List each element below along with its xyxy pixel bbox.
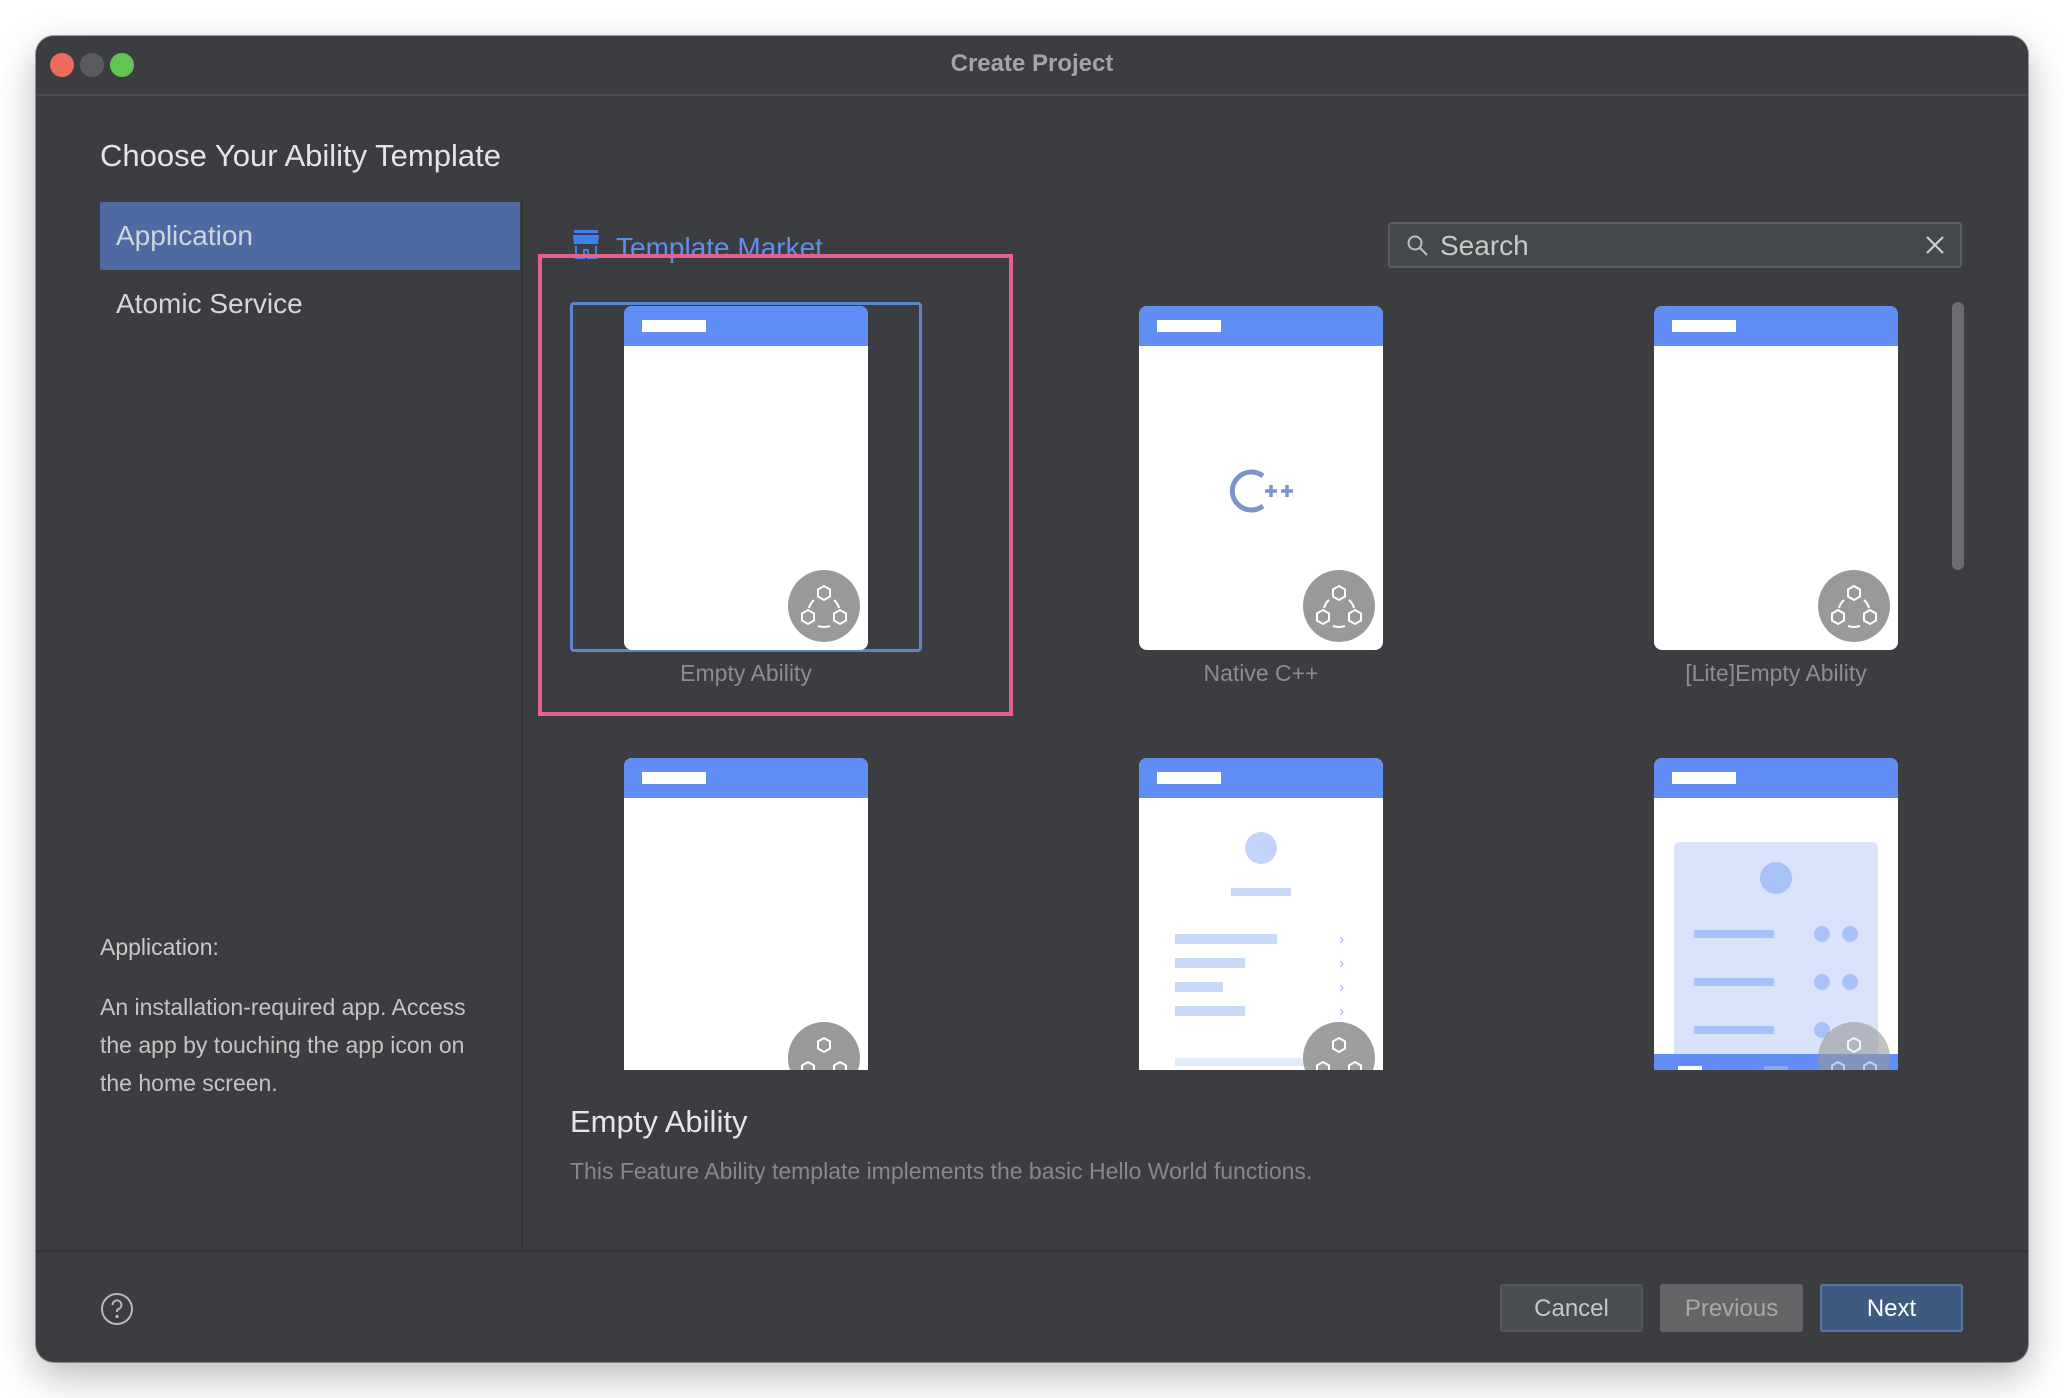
harmony-badge-icon: [1818, 1022, 1890, 1070]
page-title: Choose Your Ability Template: [100, 138, 501, 173]
template-market-link[interactable]: Template Market: [572, 230, 823, 265]
avatar-placeholder: [1245, 832, 1277, 864]
window-title: Create Project: [950, 50, 1114, 77]
category-description-text: An installation-required app. Access the…: [100, 994, 466, 1096]
list-line: [1175, 982, 1223, 992]
create-project-window: Create Project Choose Your Ability Templ…: [36, 36, 2028, 1362]
card-header: [1654, 758, 1898, 798]
sidebar-item-atomic-service[interactable]: Atomic Service: [100, 270, 520, 338]
list-line: [1175, 1006, 1245, 1016]
harmony-badge-icon: [788, 1022, 860, 1070]
template-card-row2-card-list[interactable]: [1654, 758, 1898, 1070]
card-header: [624, 306, 868, 346]
template-detail-description: This Feature Ability template implements…: [570, 1158, 1313, 1184]
title-bar: Create Project: [36, 36, 2028, 96]
harmony-badge-icon: [788, 570, 860, 642]
list-line: [1175, 958, 1245, 968]
template-card-native-cpp[interactable]: [1139, 306, 1383, 650]
close-icon[interactable]: [1924, 234, 1946, 261]
card-header: [1139, 306, 1383, 346]
template-grid-scrollbar[interactable]: [1952, 302, 1964, 570]
cancel-button[interactable]: Cancel: [1500, 1284, 1643, 1332]
category-description-label: Application:: [100, 934, 219, 960]
harmony-badge-icon: [1303, 570, 1375, 642]
cpp-logo-icon: [1229, 466, 1299, 521]
search-input[interactable]: [1438, 224, 1902, 268]
template-market-label: Template Market: [616, 231, 823, 263]
template-card-lite-empty-ability[interactable]: [1654, 306, 1898, 650]
footer-divider: [36, 1250, 2028, 1252]
previous-button[interactable]: Previous: [1660, 1284, 1803, 1332]
card-header: [1654, 306, 1898, 346]
harmony-badge-icon: [1818, 570, 1890, 642]
harmony-badge-icon: [1303, 1022, 1375, 1070]
template-label: [Lite]Empty Ability: [1685, 660, 1867, 686]
help-icon[interactable]: [100, 1292, 134, 1331]
search-icon: [1406, 234, 1430, 263]
search-field[interactable]: [1388, 222, 1962, 268]
sidebar-divider: [521, 202, 523, 1250]
store-icon: [572, 230, 600, 265]
chevron-right-icon: › › › ›: [1339, 931, 1345, 1020]
name-placeholder: [1231, 888, 1291, 896]
template-detail-title: Empty Ability: [570, 1104, 748, 1139]
sidebar-item-application[interactable]: Application: [100, 202, 520, 270]
template-card-row2-empty[interactable]: [624, 758, 868, 1070]
list-line: [1175, 934, 1277, 944]
card-header: [624, 758, 868, 798]
template-label: Empty Ability: [680, 660, 812, 686]
template-card-row2-list[interactable]: › › › ›: [1139, 758, 1383, 1070]
next-button[interactable]: Next: [1820, 1284, 1963, 1332]
template-card-empty-ability[interactable]: [624, 306, 868, 650]
template-label: Native C++: [1203, 660, 1319, 686]
card-header: [1139, 758, 1383, 798]
